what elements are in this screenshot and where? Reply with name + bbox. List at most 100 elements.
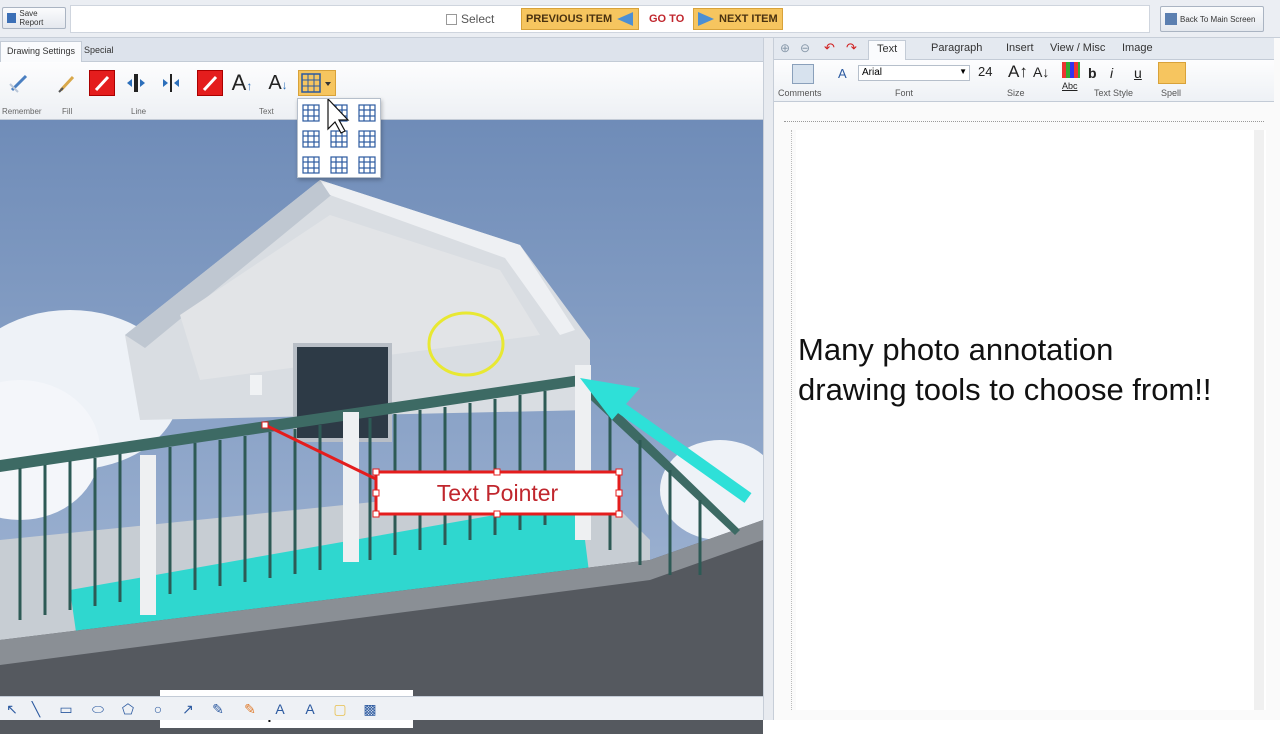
drawing-panel: Drawing Settings Special A↑ A↓ Remember … [0, 38, 763, 734]
home-icon [1165, 13, 1177, 25]
back-to-main-label: Back To Main Screen [1180, 14, 1256, 24]
back-to-main-button[interactable]: Back To Main Screen [1160, 6, 1264, 32]
fill-label: Fill [62, 107, 73, 116]
photo-canvas [0, 120, 763, 734]
text-editor-panel: ⊕ ⊖ ↶ ↷ Text Paragraph Insert View / Mis… [774, 38, 1280, 720]
font-shrink-icon: A↓ [268, 71, 288, 94]
editor-ribbon: Comments A Arial ▼ Font 24 A↑ A↓ Size Ab… [774, 60, 1274, 102]
highlighter-tool-icon[interactable]: ✎ [240, 701, 260, 719]
select-checkbox[interactable] [446, 13, 457, 25]
text-pointer-label[interactable]: Text Pointer [376, 473, 619, 513]
bold-button[interactable]: b [1088, 65, 1097, 81]
tab-drawing-settings[interactable]: Drawing Settings [0, 41, 83, 62]
font-label: Font [895, 88, 914, 98]
tab-view-misc[interactable]: View / Misc [1050, 42, 1105, 54]
size-shrink-icon[interactable]: A↓ [1033, 64, 1049, 80]
polygon-tool-icon[interactable]: ⬠ [118, 701, 138, 719]
line-thin-icon [163, 74, 179, 92]
font-select[interactable]: Arial ▼ [858, 65, 970, 81]
arrow-tool-icon[interactable]: ↗ [178, 701, 198, 719]
next-item-label: NEXT ITEM [719, 13, 778, 25]
circle-tool-icon[interactable]: ○ [148, 701, 168, 719]
note-tool-icon[interactable]: ▢ [330, 701, 350, 719]
line-pen-icon [94, 75, 110, 92]
line-color-button[interactable] [89, 70, 115, 96]
spell-label: Spell [1161, 88, 1182, 98]
text-position-menu [297, 97, 382, 179]
document-scrollbar[interactable] [1254, 130, 1264, 710]
select-label: Select [461, 12, 495, 26]
size-input[interactable]: 24 [978, 64, 1006, 82]
remember-label: Remember [2, 107, 42, 116]
zoom-in-icon[interactable]: ⊕ [780, 41, 790, 55]
text-color-button[interactable] [197, 70, 223, 96]
horizontal-ruler [784, 110, 1264, 122]
text-pointer-tool-icon[interactable]: A [300, 701, 320, 719]
pencil-remember-icon [9, 74, 28, 93]
italic-button[interactable]: i [1110, 65, 1113, 81]
comments-label: Comments [778, 88, 822, 98]
size-grow-icon[interactable]: A↑ [1008, 62, 1028, 82]
zoom-out-icon[interactable]: ⊖ [800, 41, 810, 55]
ellipse-tool-icon[interactable]: ⬭ [88, 701, 108, 719]
position-grid-options[interactable] [298, 97, 382, 179]
document-page[interactable]: Many photo annotation drawing tools to c… [796, 130, 1266, 710]
comments-icon[interactable] [792, 64, 814, 84]
vertical-ruler [782, 130, 792, 710]
line-tool-icon[interactable]: ╲ [26, 701, 46, 719]
undo-icon[interactable]: ↶ [824, 40, 835, 56]
tab-image[interactable]: Image [1122, 42, 1153, 54]
text-position-dropdown-button[interactable] [298, 70, 336, 96]
font-grow-icon: A↑ [231, 70, 253, 95]
text-size-increase-button[interactable]: A↑ [229, 70, 255, 96]
text-color-icon[interactable] [1062, 62, 1080, 78]
line-width-increase-button[interactable] [123, 70, 149, 96]
spell-check-button[interactable] [1158, 62, 1186, 84]
remember-icon[interactable] [6, 70, 32, 96]
select-arrow-tool-icon[interactable]: ↖ [2, 701, 22, 719]
save-report-button[interactable]: Save Report [2, 7, 66, 29]
fill-pencil-icon [58, 75, 75, 93]
underline-button[interactable]: u [1134, 65, 1142, 81]
line-label: Line [131, 107, 147, 116]
go-to-button[interactable]: GO TO [645, 8, 688, 30]
previous-item-label: PREVIOUS ITEM [526, 13, 613, 25]
editor-tabs: ⊕ ⊖ ↶ ↷ Text Paragraph Insert View / Mis… [774, 38, 1274, 60]
top-toolbar: Save Report Select PREVIOUS ITEM GO TO N… [0, 0, 1280, 38]
redo-icon[interactable]: ↷ [846, 40, 857, 56]
next-item-button[interactable]: NEXT ITEM [693, 8, 783, 30]
mouse-cursor-icon [327, 97, 350, 134]
next-arrow-icon [698, 12, 714, 26]
select-checkbox-group[interactable]: Select [446, 12, 494, 26]
line-width-decrease-button[interactable] [158, 70, 184, 96]
tab-text[interactable]: Text [868, 40, 907, 60]
text-size-decrease-button[interactable]: A↓ [265, 70, 291, 96]
tab-paragraph[interactable]: Paragraph [931, 42, 982, 54]
drawing-tabs: Drawing Settings Special [0, 38, 763, 62]
abc-style-label[interactable]: Abc [1062, 81, 1078, 91]
previous-arrow-icon [617, 12, 634, 26]
grid-position-icon [301, 73, 331, 93]
save-icon [7, 13, 17, 23]
pencil-tool-icon[interactable]: ✎ [208, 701, 228, 719]
image-tool-icon[interactable]: ▩ [360, 701, 380, 719]
text-pen-icon [202, 75, 218, 92]
font-select-value: Arial [862, 67, 883, 78]
fill-icon[interactable] [54, 70, 80, 96]
text-tool-icon[interactable]: A [270, 701, 290, 719]
previous-item-button[interactable]: PREVIOUS ITEM [521, 8, 639, 30]
drawing-tools-bar: ↖ ╲ ▭ ⬭ ⬠ ○ ↗ ✎ ✎ A A ▢ ▩ [0, 696, 763, 720]
document-body-text[interactable]: Many photo annotation drawing tools to c… [798, 330, 1218, 410]
size-label: Size [1007, 88, 1025, 98]
chevron-down-icon: ▼ [959, 67, 967, 76]
go-to-label: GO TO [649, 13, 685, 25]
text-style-label: Text Style [1094, 88, 1134, 98]
rectangle-tool-icon[interactable]: ▭ [56, 701, 76, 719]
panel-splitter[interactable] [763, 38, 774, 720]
save-report-label: Save Report [19, 9, 44, 27]
font-icon: A [838, 66, 847, 81]
annotated-photo[interactable]: Text Pointer Simple Text [0, 120, 763, 734]
tab-special[interactable]: Special [78, 41, 120, 62]
text-label: Text [259, 107, 274, 116]
tab-insert[interactable]: Insert [1006, 42, 1034, 54]
